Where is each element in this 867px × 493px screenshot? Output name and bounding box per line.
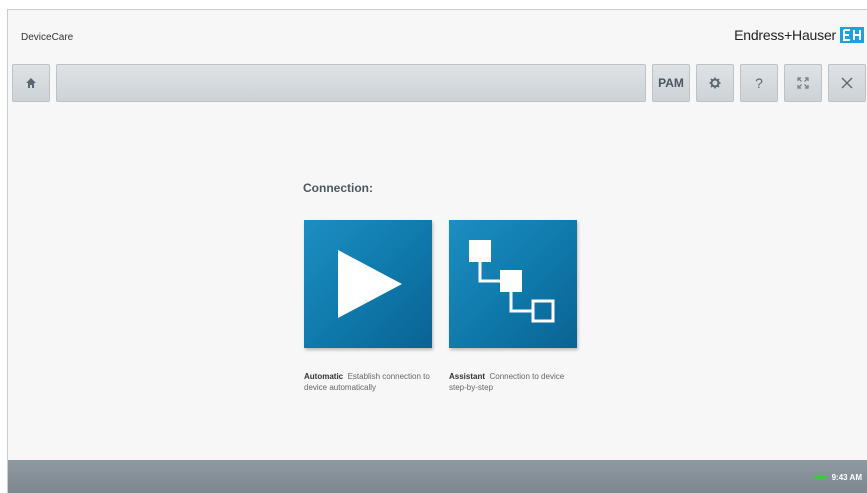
app-title: DeviceCare: [21, 32, 74, 43]
breadcrumb-bar: [56, 64, 646, 102]
main-content: Connection: Automatic Establish connecti…: [8, 103, 867, 460]
endress-hauser-logo: [840, 27, 864, 43]
automatic-title: Automatic: [304, 372, 344, 381]
assistant-tile[interactable]: [449, 220, 577, 348]
help-button[interactable]: ?: [740, 64, 778, 102]
gear-icon: [709, 77, 721, 89]
brand: Endress+Hauser: [734, 27, 864, 43]
play-icon: [338, 250, 402, 318]
brand-name: Endress+Hauser: [734, 27, 836, 43]
settings-button[interactable]: [696, 64, 734, 102]
connection-heading: Connection:: [303, 181, 373, 195]
home-icon: [26, 78, 36, 88]
clock: 9:43 AM: [831, 472, 862, 482]
home-button[interactable]: [12, 64, 50, 102]
status-bar: 9:43 AM: [8, 460, 867, 493]
app-window: DeviceCare Endress+Hauser PAM ? Connecti…: [7, 9, 867, 493]
assistant-caption: Assistant Connection to device step-by-s…: [449, 371, 579, 393]
close-icon: [841, 77, 853, 89]
close-button[interactable]: [828, 64, 866, 102]
fullscreen-button[interactable]: [784, 64, 822, 102]
automatic-caption: Automatic Establish connection to device…: [304, 371, 434, 393]
steps-icon: [469, 240, 555, 323]
pam-button[interactable]: PAM: [652, 64, 690, 102]
toolbar: PAM ?: [12, 63, 867, 103]
automatic-tile[interactable]: [304, 220, 432, 348]
fullscreen-icon: [797, 77, 809, 89]
assistant-title: Assistant: [449, 372, 486, 381]
help-label: ?: [755, 75, 763, 91]
battery-icon: [813, 474, 828, 480]
